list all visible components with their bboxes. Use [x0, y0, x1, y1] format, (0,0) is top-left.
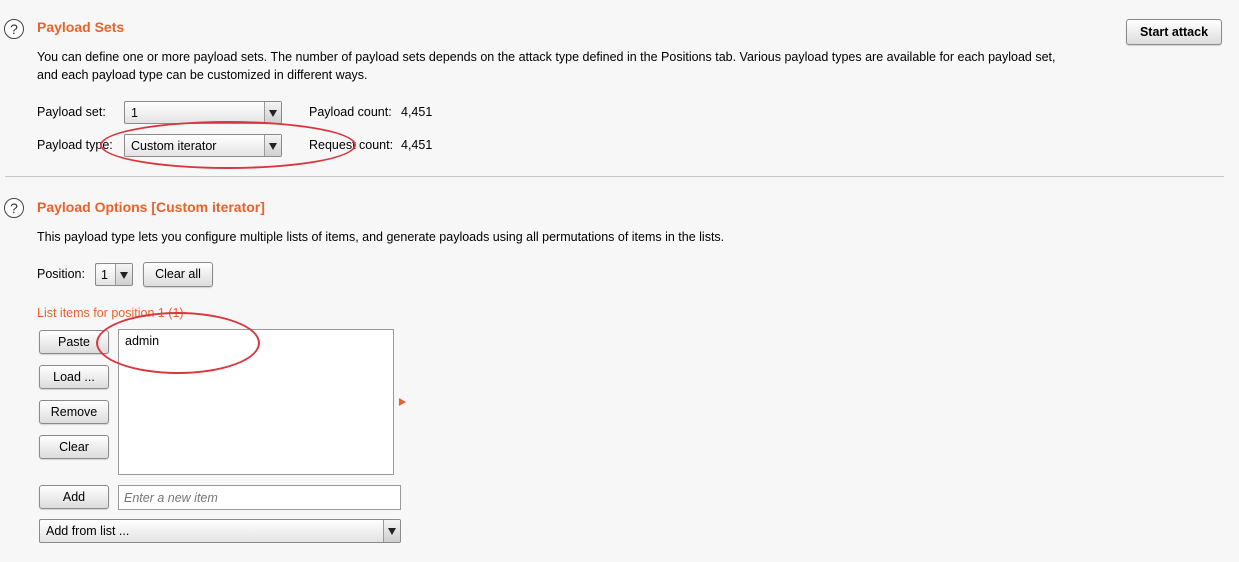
chevron-down-icon[interactable] — [264, 135, 281, 156]
clear-button[interactable]: Clear — [39, 435, 109, 459]
payload-options-title: Payload Options [Custom iterator] — [37, 199, 265, 215]
remove-button[interactable]: Remove — [39, 400, 109, 424]
add-button[interactable]: Add — [39, 485, 109, 509]
payload-type-label: Payload type: — [37, 138, 113, 152]
add-from-list-value: Add from list ... — [46, 524, 130, 538]
payload-count-value: 4,451 — [401, 105, 433, 119]
list-items-box[interactable]: admin — [118, 329, 394, 475]
list-items-label: List items for position 1 (1) — [37, 306, 184, 320]
load-button[interactable]: Load ... — [39, 365, 109, 389]
section-divider — [5, 176, 1224, 177]
payload-set-dropdown[interactable]: 1 — [124, 101, 282, 124]
payload-set-value: 1 — [131, 105, 138, 120]
list-item[interactable]: admin — [125, 334, 159, 348]
payload-type-value: Custom iterator — [131, 138, 217, 153]
paste-button[interactable]: Paste — [39, 330, 109, 354]
payload-set-label: Payload set: — [37, 105, 106, 119]
payload-sets-description-line1: You can define one or more payload sets.… — [37, 50, 1056, 64]
chevron-down-icon[interactable] — [264, 102, 281, 123]
chevron-down-icon[interactable] — [383, 520, 400, 542]
add-from-list-dropdown[interactable]: Add from list ... — [39, 519, 401, 543]
payload-sets-title: Payload Sets — [37, 19, 125, 35]
clear-all-button[interactable]: Clear all — [143, 262, 213, 287]
position-value: 1 — [101, 267, 108, 282]
triangle-right-icon[interactable] — [399, 398, 406, 406]
request-count-value: 4,451 — [401, 138, 433, 152]
help-icon[interactable]: ? — [4, 198, 24, 218]
payload-sets-description-line2: and each payload type can be customized … — [37, 68, 368, 82]
start-attack-button[interactable]: Start attack — [1126, 19, 1222, 45]
help-icon[interactable]: ? — [4, 19, 24, 39]
payload-options-description: This payload type lets you configure mul… — [37, 230, 725, 244]
new-item-input[interactable] — [118, 485, 401, 510]
position-label: Position: — [37, 267, 85, 281]
chevron-down-icon[interactable] — [115, 264, 132, 285]
request-count-label: Request count: — [309, 138, 394, 152]
payload-count-label: Payload count: — [309, 105, 392, 119]
payload-type-dropdown[interactable]: Custom iterator — [124, 134, 282, 157]
position-dropdown[interactable]: 1 — [95, 263, 133, 286]
